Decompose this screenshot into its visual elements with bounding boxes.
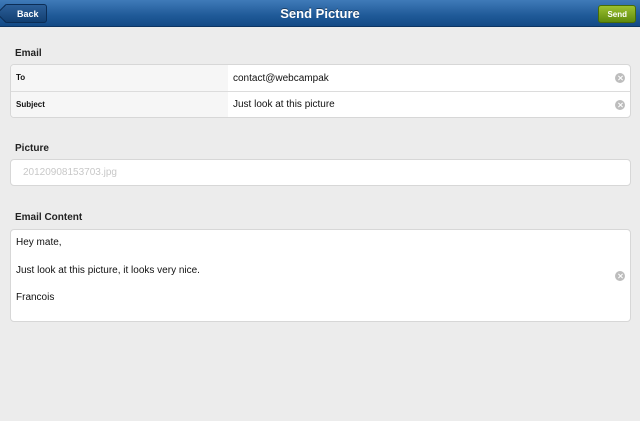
content-line: Francois bbox=[16, 292, 55, 303]
to-row: To bbox=[11, 65, 630, 91]
clear-content-icon[interactable] bbox=[615, 270, 625, 281]
page-title: Send Picture bbox=[280, 6, 360, 21]
email-section-label: Email bbox=[15, 48, 42, 59]
email-fields-group: To Subject bbox=[10, 64, 631, 118]
subject-row: Subject bbox=[11, 91, 630, 117]
to-label: To bbox=[11, 65, 228, 91]
clear-to-icon[interactable] bbox=[615, 73, 625, 83]
picture-section-label: Picture bbox=[15, 143, 49, 154]
subject-input[interactable] bbox=[233, 92, 610, 117]
send-button[interactable]: Send bbox=[598, 5, 636, 23]
email-content-text: Hey mate, Just look at this picture, it … bbox=[16, 236, 608, 319]
content-line: Hey mate, bbox=[16, 237, 62, 248]
navigation-bar: Back Send Picture Send bbox=[0, 0, 640, 27]
content-line: Just look at this picture, it looks very… bbox=[16, 264, 200, 276]
picture-filename[interactable]: 20120908153703.jpg bbox=[23, 160, 622, 185]
picture-field-group: 20120908153703.jpg bbox=[10, 159, 631, 186]
clear-subject-icon[interactable] bbox=[615, 99, 625, 110]
picture-row: 20120908153703.jpg bbox=[11, 160, 630, 185]
to-input[interactable] bbox=[233, 65, 610, 91]
content-section-label: Email Content bbox=[15, 212, 83, 223]
subject-label: Subject bbox=[11, 92, 228, 117]
email-content-area[interactable]: Hey mate, Just look at this picture, it … bbox=[10, 229, 631, 322]
